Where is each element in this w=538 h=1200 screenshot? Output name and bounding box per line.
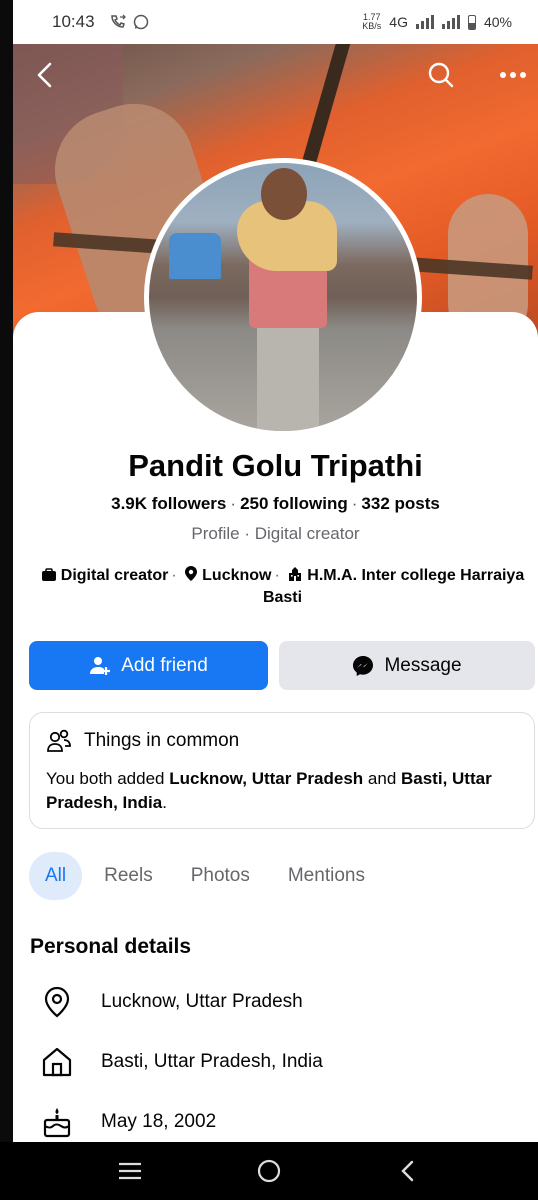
profile-avatar[interactable] [144,158,422,436]
chevron-left-icon [37,62,52,88]
status-bar: 10:43 1.77 KB/s 4G 40% [0,0,538,44]
system-nav-bar [0,1142,538,1200]
people-icon [47,729,71,752]
battery-level: 40% [483,14,512,30]
common-suffix: . [162,793,167,812]
back-chevron-icon [401,1160,414,1182]
more-options-button[interactable] [496,58,530,92]
profile-tabs: All Reels Photos Mentions [29,852,387,900]
detail-category: Digital creator [60,567,169,584]
status-time: 10:43 [52,12,95,31]
common-conjunction: and [363,769,401,788]
tab-reels[interactable]: Reels [88,852,169,900]
things-in-common-header: Things in common [46,729,518,753]
signal-icon [415,15,434,29]
location-pin-icon [185,566,198,581]
back-button[interactable] [28,58,62,92]
home-icon [40,1046,74,1078]
followers-count[interactable]: 3.9K followers [111,494,226,513]
personal-details-title: Personal details [30,935,192,958]
message-button[interactable]: Message [279,641,535,690]
things-in-common-card[interactable]: Things in common You both added Lucknow,… [29,712,535,829]
tab-all[interactable]: All [29,852,83,900]
call-forward-icon [110,14,126,28]
birthday-text: May 18, 2002 [101,1111,217,1132]
school-icon [289,567,302,581]
system-back-button[interactable] [388,1151,428,1191]
net-speed: 1.77 KB/s [362,13,381,31]
posts-count[interactable]: 332 posts [361,494,439,513]
home-button[interactable] [249,1151,289,1191]
search-icon [428,62,454,88]
things-in-common-text: You both added Lucknow, Uttar Pradesh an… [46,767,518,815]
profile-details: Digital creator · Lucknow · H.M.A. Inter c… [30,565,535,609]
search-button[interactable] [424,58,458,92]
current-city-row: Lucknow, Uttar Pradesh [40,986,303,1018]
things-in-common-title: Things in common [84,730,240,751]
add-person-icon [90,656,111,675]
add-friend-label: Add friend [121,654,208,676]
profile-subtitle: Profile · Digital creator [191,524,360,543]
home-circle-icon [257,1159,281,1183]
menu-lines-icon [118,1162,141,1180]
whatsapp-icon [133,14,148,30]
network-type: 4G [389,14,408,30]
tab-mentions[interactable]: Mentions [272,852,381,900]
common-prefix: You both added [46,769,170,788]
current-city-text: Lucknow, Uttar Pradesh [101,991,303,1012]
profile-screen: 10:43 1.77 KB/s 4G 40% Pandit Golu Tripa… [0,0,538,1200]
tab-photos[interactable]: Photos [175,852,266,900]
net-speed-unit: KB/s [362,21,382,31]
add-friend-button[interactable]: Add friend [29,641,268,690]
messenger-icon [353,655,374,676]
briefcase-icon [41,568,56,581]
location-pin-outline-icon [40,986,74,1018]
following-count[interactable]: 250 following [240,494,348,513]
hometown-row: Basti, Uttar Pradesh, India [40,1046,323,1078]
signal-icon-2 [441,15,460,29]
detail-location: Lucknow [202,567,272,584]
battery-icon [467,14,476,30]
more-dots-icon [500,72,526,78]
message-label: Message [384,654,462,676]
birthday-cake-icon [40,1106,74,1138]
recent-apps-button[interactable] [110,1151,150,1191]
hometown-text: Basti, Uttar Pradesh, India [101,1051,323,1072]
birthday-row: May 18, 2002 [40,1106,216,1138]
status-right-icons: 1.77 KB/s 4G 40% [362,13,512,31]
profile-stats: 3.9K followers · 250 following · 332 posts [111,494,440,513]
status-notification-icons [109,14,149,30]
left-edge-strip [0,0,13,1142]
common-place-1: Lucknow, Uttar Pradesh [169,769,364,788]
profile-name: Pandit Golu Tripathi [128,448,423,483]
